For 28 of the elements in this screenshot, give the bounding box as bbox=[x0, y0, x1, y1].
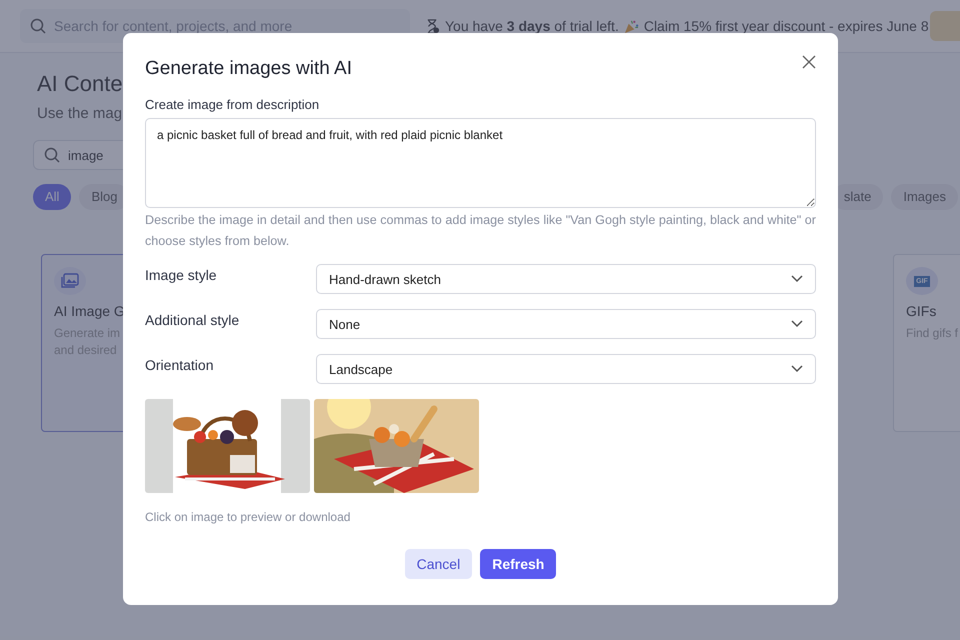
discount-text: Claim 15% first year discount - expires June 8 bbox=[644, 18, 929, 34]
image-icon bbox=[61, 273, 79, 289]
field-label: Image style bbox=[145, 267, 218, 283]
caption-text: Click on image to preview or download bbox=[145, 510, 352, 524]
page-subtitle: Use the mag bbox=[37, 105, 121, 122]
search-icon bbox=[44, 147, 60, 163]
search-icon bbox=[30, 18, 46, 34]
card-title: GIFs bbox=[906, 303, 938, 319]
dialog-title: Generate images with AI bbox=[145, 58, 352, 80]
hint-text: Describe the image in detail and then use commas to add image styles like "Van Gogh style painting, black and white" or choose styles from below. bbox=[145, 212, 816, 250]
trial-text: You have 3 days of trial left. bbox=[445, 18, 619, 34]
description-field[interactable]: a picnic basket full of bread and fruit, with red plaid picnic blanket bbox=[145, 118, 816, 208]
refresh-button[interactable]: Refresh bbox=[480, 549, 556, 579]
field-label: Create image from description bbox=[145, 97, 320, 112]
hourglass-icon bbox=[425, 18, 440, 34]
chevron-down-icon bbox=[791, 320, 803, 328]
page-heading: AI Conte bbox=[37, 71, 123, 97]
dropdown[interactable]: Hand-drawn sketch bbox=[316, 264, 816, 294]
dropdown[interactable]: Landscape bbox=[316, 354, 816, 384]
dropdown[interactable]: None bbox=[316, 309, 816, 339]
field-label: Orientation bbox=[145, 357, 214, 373]
chevron-down-icon bbox=[791, 365, 803, 373]
filter-chip[interactable]: Images bbox=[891, 184, 958, 210]
close-icon[interactable] bbox=[802, 55, 816, 69]
cancel-button[interactable]: Cancel bbox=[404, 549, 472, 579]
field-label: Additional style bbox=[145, 312, 240, 328]
chevron-down-icon bbox=[791, 275, 803, 283]
party-popper-icon bbox=[624, 18, 639, 34]
